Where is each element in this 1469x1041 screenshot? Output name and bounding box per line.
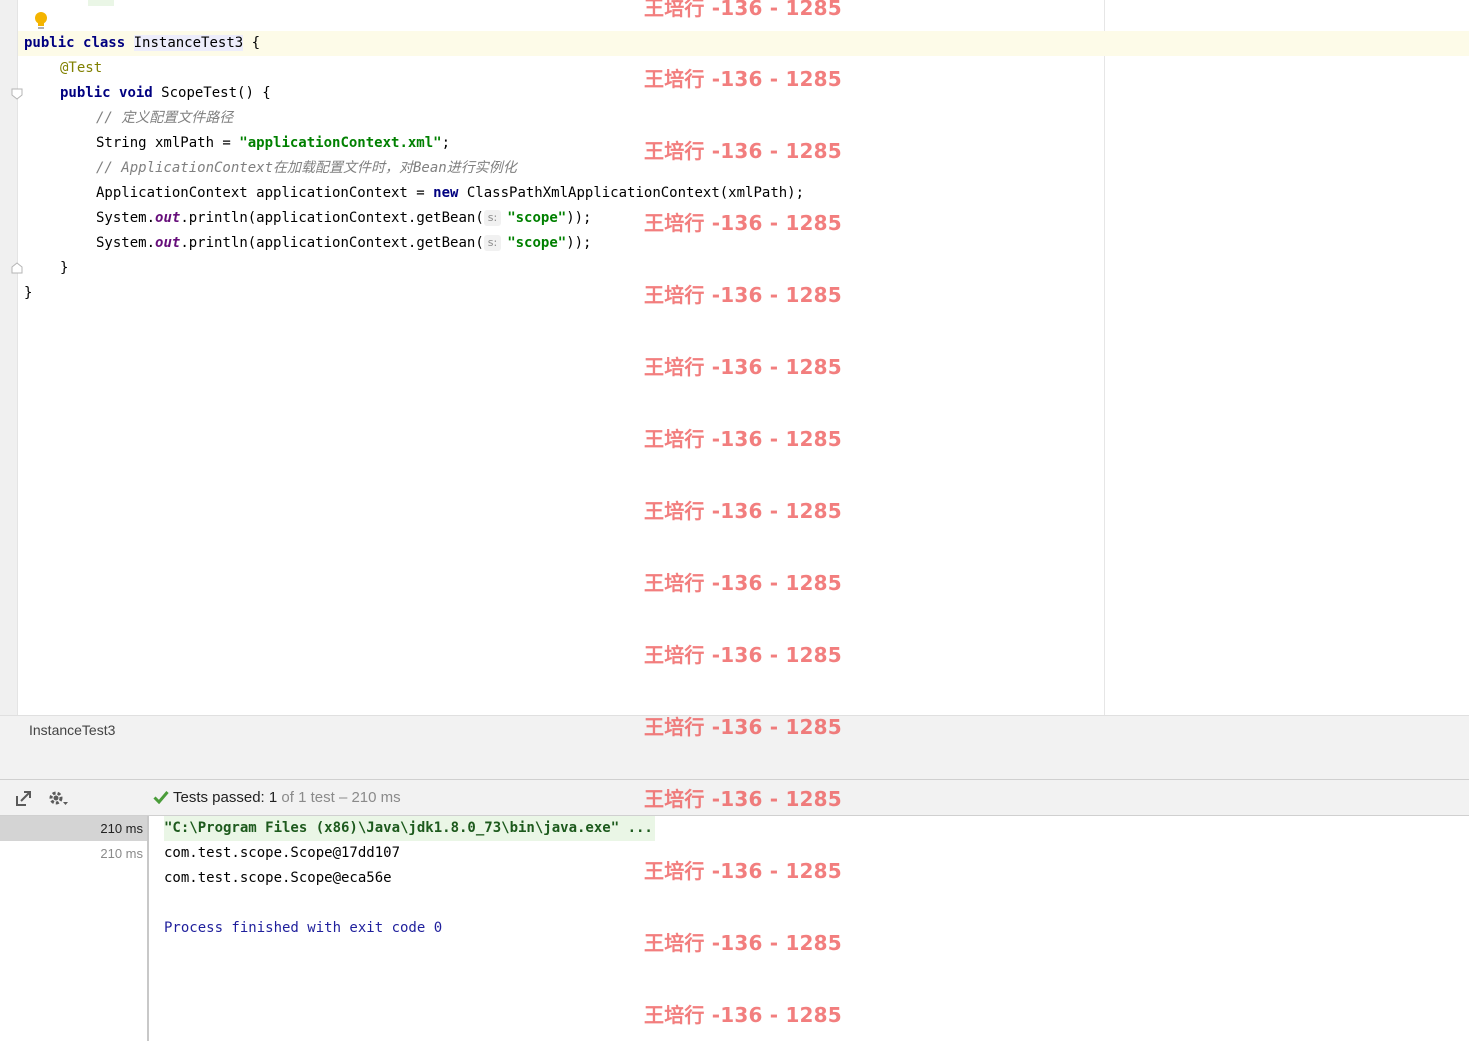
watermark-text: 王培行 -136 - 1285 [644,427,842,451]
watermark-text: 王培行 -136 - 1285 [644,571,842,595]
method-signature-token: ScopeTest() { [152,85,271,101]
watermark-text: 王培行 -136 - 1285 [644,67,842,91]
code-line-method-close[interactable]: } [60,256,68,281]
code-token: ; [441,135,451,151]
keyword-token: public [60,85,111,101]
code-line-comment-2[interactable]: // ApplicationContext在加载配置文件时，对Bean进行实例化 [96,156,517,181]
string-token: "scope" [507,235,567,251]
scroll-marker [88,0,114,6]
code-token: System. [96,210,156,226]
comment-token: // 定义配置文件路径 [96,110,234,126]
code-token: ClassPathXmlApplicationContext(xmlPath); [458,185,805,201]
test-tree: 210 ms 210 ms [0,816,149,1041]
right-margin-guide [1104,0,1105,715]
console-line-output: com.test.scope.Scope@eca56e [164,870,392,886]
parameter-hint: s: [483,210,502,226]
test-tree-row-root[interactable]: 210 ms [0,816,147,841]
watermark-text: 王培行 -136 - 1285 [644,859,842,883]
watermark-text: 王培行 -136 - 1285 [644,0,842,20]
watermark-text: 王培行 -136 - 1285 [644,787,842,811]
status-detail: of 1 test – 210 ms [281,789,401,806]
code-line-annotation[interactable]: @Test [60,56,102,81]
brace-token: { [243,35,261,51]
watermark-text: 王培行 -136 - 1285 [644,283,842,307]
run-tool-window-header [0,746,1469,780]
console-line-output: com.test.scope.Scope@17dd107 [164,845,401,861]
code-token: ApplicationContext applicationContext = [96,185,434,201]
breadcrumb-item-class[interactable]: InstanceTest3 [29,722,115,738]
status-count: 1 [268,789,278,806]
code-line-method-decl[interactable]: public void ScopeTest() { [60,81,271,106]
parameter-hint: s: [483,235,502,251]
code-line-context[interactable]: ApplicationContext applicationContext = … [96,181,804,206]
code-line-println-1[interactable]: System.out.println(applicationContext.ge… [96,206,592,231]
keyword-token: class [83,35,126,51]
annotation-token: @Test [60,60,103,76]
fold-end-icon[interactable] [11,262,23,274]
export-icon[interactable] [15,789,33,807]
string-token: "scope" [507,210,567,226]
fold-collapse-icon[interactable] [11,88,23,100]
editor-gutter[interactable] [0,0,18,715]
code-token: )); [566,235,592,251]
console-line-exit: Process finished with exit code 0 [164,920,443,936]
console-line-command[interactable]: "C:\Program Files (x86)\Java\jdk1.8.0_73… [164,816,655,841]
field-token: out [155,210,181,226]
keyword-token: public [24,35,75,51]
code-token: .println(applicationContext.getBean( [180,235,484,251]
watermark-text: 王培行 -136 - 1285 [644,643,842,667]
watermark-text: 王培行 -136 - 1285 [644,139,842,163]
code-line-xmlpath[interactable]: String xmlPath = "applicationContext.xml… [96,131,450,156]
string-token: "applicationContext.xml" [239,135,442,151]
keyword-token: void [119,85,153,101]
code-line-println-2[interactable]: System.out.println(applicationContext.ge… [96,231,592,256]
comment-token: // ApplicationContext在加载配置文件时，对Bean进行实例化 [96,160,517,176]
code-line-class-close[interactable]: } [24,281,32,306]
code-token: )); [566,210,592,226]
brace-token: } [24,285,33,301]
code-token: .println(applicationContext.getBean( [180,210,484,226]
check-icon [153,791,169,805]
test-tree-row-scopetest[interactable]: 210 ms [0,841,147,866]
gear-icon[interactable] [47,789,69,807]
watermark-text: 王培行 -136 - 1285 [644,1003,842,1027]
code-token: String xmlPath = [96,135,240,151]
brace-token: } [60,260,69,276]
watermark-text: 王培行 -136 - 1285 [644,355,842,379]
code-token: System. [96,235,156,251]
code-line-comment-1[interactable]: // 定义配置文件路径 [96,106,233,131]
status-prefix: Tests passed: [173,789,265,806]
watermark-text: 王培行 -136 - 1285 [644,499,842,523]
lightbulb-icon[interactable] [33,11,49,31]
watermark-text: 王培行 -136 - 1285 [644,931,842,955]
test-status: Tests passed: 1 of 1 test – 210 ms [153,789,401,806]
field-token: out [155,235,181,251]
watermark-text: 王培行 -136 - 1285 [644,211,842,235]
code-line-class-decl[interactable]: public class InstanceTest3 { [24,31,260,56]
keyword-token: new [433,185,459,201]
watermark-text: 王培行 -136 - 1285 [644,715,842,739]
class-name-token[interactable]: InstanceTest3 [133,35,244,51]
